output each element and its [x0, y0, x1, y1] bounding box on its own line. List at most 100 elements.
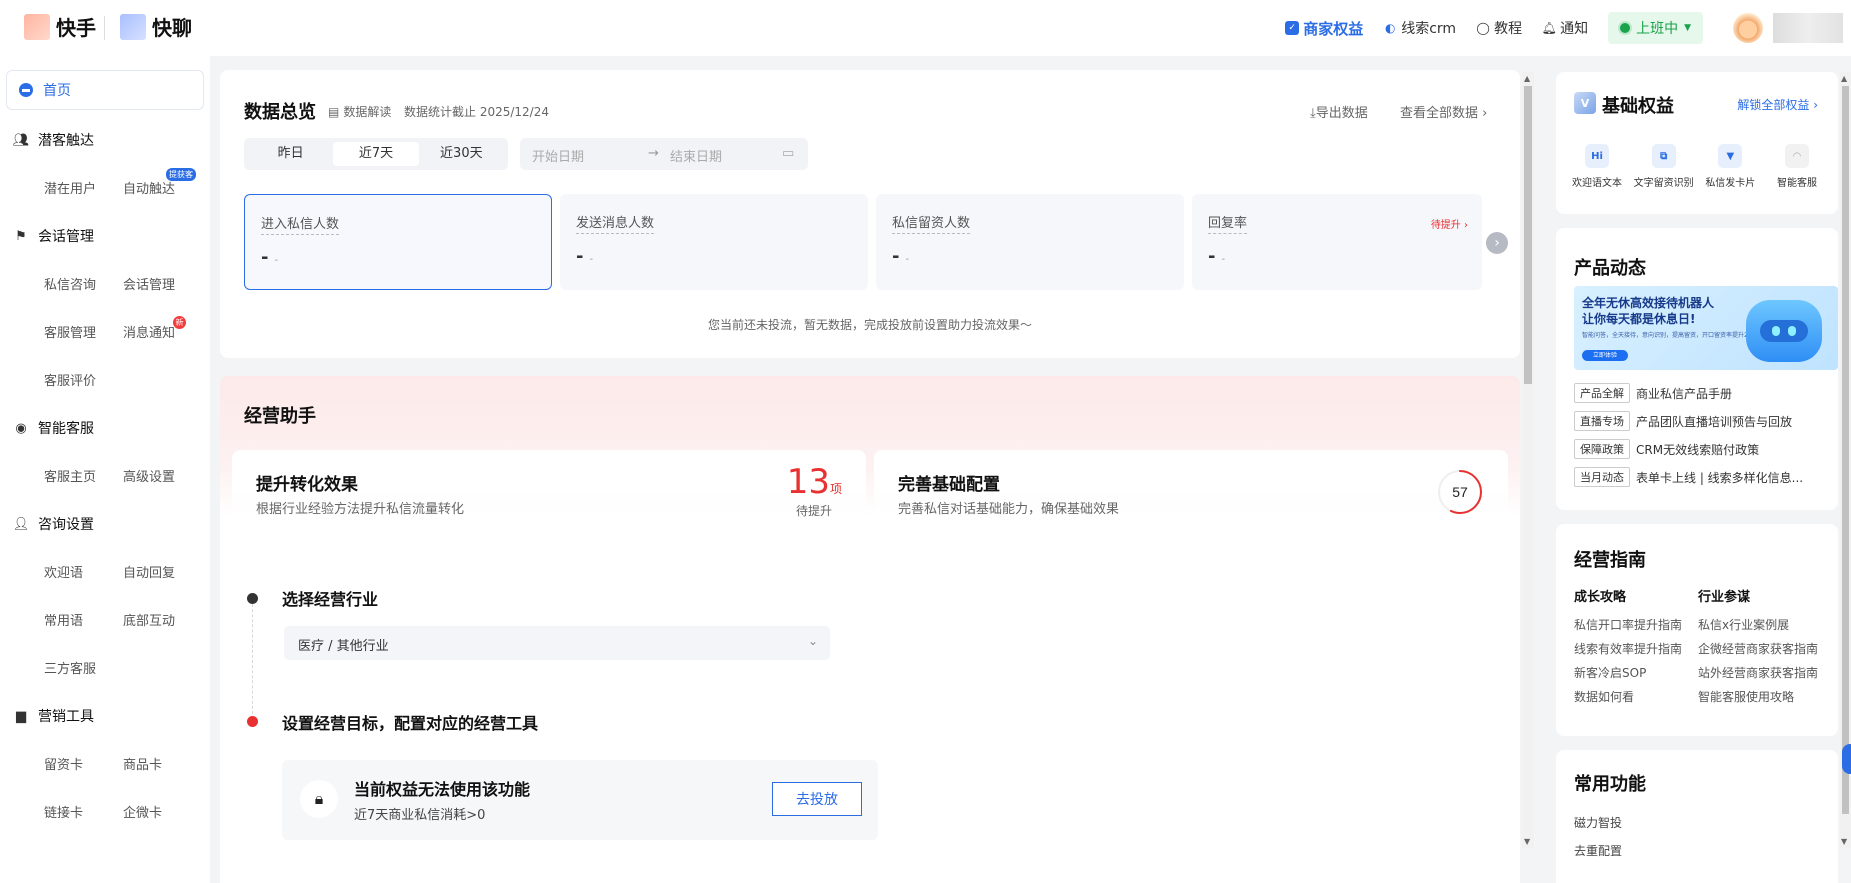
floating-help-button[interactable]: [1842, 744, 1851, 774]
guide-link[interactable]: 站外经营商家获客指南: [1698, 661, 1818, 685]
sidebar-group-consult[interactable]: 👤︎ 咨询设置: [13, 514, 94, 534]
export-data-button[interactable]: ⤓导出数据: [1310, 102, 1368, 121]
sidebar-item-auto-reach[interactable]: 自动触达: [123, 178, 175, 197]
merchant-rights-link[interactable]: ✓ 商家权益: [1285, 18, 1363, 39]
sidebar-item-third-cs[interactable]: 三方客服: [44, 658, 96, 677]
sidebar-item-potential-user[interactable]: 潜在用户: [44, 178, 96, 197]
sidebar-item-link-card[interactable]: 链接卡: [44, 802, 83, 821]
notice-link[interactable]: 🔔︎ 通知: [1541, 18, 1589, 38]
sidebar-group-marketing[interactable]: ▆ 营销工具: [14, 706, 94, 726]
date-range-tabs: 昨日 近7天 近30天: [244, 138, 508, 170]
sidebar-item-product-card[interactable]: 商品卡: [123, 754, 162, 773]
stat-value-main: -: [892, 246, 900, 267]
guide-title: 经营指南: [1574, 550, 1646, 571]
user-name-blurred[interactable]: [1773, 13, 1843, 43]
work-status-label: 上班中: [1636, 21, 1679, 37]
stat-card-send-msg[interactable]: 发送消息人数 --: [560, 194, 868, 290]
list-item[interactable]: 保障政策 CRM无效线索赔付政策: [1574, 438, 1836, 460]
guide-link[interactable]: 线索有效率提升指南: [1574, 637, 1682, 661]
common-functions-card: 常用功能 磁力智投 去重配置: [1556, 750, 1838, 883]
guide-link[interactable]: 智能客服使用攻略: [1698, 685, 1818, 709]
news-tag: 保障政策: [1574, 439, 1630, 459]
industry-select[interactable]: 医疗 / 其他行业 ⌄: [284, 626, 830, 660]
guide-col-title: 行业参谋: [1698, 590, 1751, 605]
tab-30days[interactable]: 近30天: [419, 142, 504, 166]
sidebar-group-session[interactable]: ⚑ 会话管理: [14, 226, 94, 246]
hi-icon: Hi: [1585, 144, 1609, 168]
sidebar-item-msg-notice[interactable]: 消息通知: [123, 322, 175, 341]
notice-label: 通知: [1560, 21, 1589, 37]
sidebar-item-cs-manage[interactable]: 客服管理: [44, 322, 96, 341]
right-dm-card[interactable]: ▼ 私信发卡片: [1699, 144, 1761, 189]
sidebar-item-welcome[interactable]: 欢迎语: [44, 562, 83, 581]
tab-yesterday[interactable]: 昨日: [248, 142, 333, 166]
list-item[interactable]: 当月动态 表单卡上线 | 线索多样化信息...: [1574, 466, 1836, 488]
view-all-label: 查看全部数据: [1400, 106, 1479, 121]
guide-link[interactable]: 私信x行业案例展: [1698, 613, 1818, 637]
unlock-all-rights-link[interactable]: 解锁全部权益 ›: [1737, 96, 1818, 113]
news-text: 产品团队直播培训预告与回放: [1636, 414, 1793, 429]
go-advertise-button[interactable]: 去投放: [772, 782, 862, 816]
end-date-input[interactable]: 结束日期: [670, 146, 722, 165]
common-item-magnetic[interactable]: 磁力智投: [1574, 814, 1622, 831]
start-date-input[interactable]: 开始日期: [532, 146, 584, 165]
stat-value-main: -: [261, 247, 269, 268]
list-item[interactable]: 产品全解 商业私信产品手册: [1574, 382, 1836, 404]
data-interpret-link[interactable]: ▤ 数据解读: [328, 103, 391, 120]
right-scrollbar[interactable]: ▲ ▼: [1840, 72, 1851, 848]
stat-label: 回复率: [1208, 212, 1248, 234]
banner-try-button[interactable]: 立即体验: [1582, 350, 1628, 361]
sidebar-item-wecom-card[interactable]: 企微卡: [123, 802, 162, 821]
scroll-up-icon[interactable]: ▲: [1841, 74, 1847, 83]
kuaishou-logo[interactable]: 快手: [24, 12, 96, 41]
scroll-down-icon[interactable]: ▼: [1841, 837, 1847, 846]
sidebar-item-private-consult[interactable]: 私信咨询: [44, 274, 96, 293]
stat-card-leads[interactable]: 私信留资人数 --: [876, 194, 1184, 290]
avatar[interactable]: [1733, 13, 1763, 43]
date-range-picker[interactable]: 开始日期 → 结束日期 ▭: [520, 138, 808, 170]
right-text-lead-recog[interactable]: ⧉ 文字留资识别: [1633, 144, 1695, 189]
sidebar-group-potential[interactable]: 👥︎ 潜客触达: [13, 130, 94, 150]
to-improve-link[interactable]: 待提升 ›: [1431, 216, 1468, 231]
sidebar-home-label: 首页: [43, 83, 71, 99]
list-item[interactable]: 直播专场 产品团队直播培训预告与回放: [1574, 410, 1836, 432]
sidebar-item-home[interactable]: 首页: [6, 70, 204, 110]
guide-industry-column: 行业参谋 私信x行业案例展 企微经营商家获客指南 站外经营商家获客指南 智能客服…: [1698, 586, 1818, 709]
work-status-dropdown[interactable]: 上班中 ▼: [1608, 12, 1703, 44]
sidebar-item-auto-reply[interactable]: 自动回复: [123, 562, 175, 581]
basic-config-card[interactable]: 完善基础配置 完善私信对话基础能力，确保基础效果 57: [874, 450, 1508, 526]
guide-link[interactable]: 私信开口率提升指南: [1574, 613, 1682, 637]
tab-7days[interactable]: 近7天: [333, 142, 419, 166]
sidebar-item-phrases[interactable]: 常用语: [44, 610, 83, 629]
improve-conversion-card[interactable]: 提升转化效果 根据行业经验方法提升私信流量转化 13项 待提升: [232, 450, 866, 526]
guide-link[interactable]: 数据如何看: [1574, 685, 1682, 709]
right-scrollbar-thumb[interactable]: [1842, 86, 1849, 814]
guide-link[interactable]: 新客冷启SOP: [1574, 661, 1682, 685]
view-all-data-link[interactable]: 查看全部数据 ›: [1400, 102, 1487, 121]
sidebar-item-lead-card[interactable]: 留资卡: [44, 754, 83, 773]
stat-card-enter-dm[interactable]: 进入私信人数 --: [244, 194, 552, 290]
stat-value-sub: -: [905, 254, 910, 265]
kuailiao-logo[interactable]: 快聊: [120, 12, 192, 41]
tutorial-link[interactable]: ◯ 教程: [1476, 18, 1522, 38]
main-scrollbar-thumb[interactable]: [1524, 86, 1532, 384]
scroll-up-icon[interactable]: ▲: [1524, 74, 1530, 83]
right-welcome-text[interactable]: Hi 欢迎语文本: [1566, 144, 1628, 189]
guide-link[interactable]: 企微经营商家获客指南: [1698, 637, 1818, 661]
right-ai-cs[interactable]: ◠ 智能客服: [1766, 144, 1828, 189]
stat-value-sub: -: [1221, 254, 1226, 265]
stat-card-reply-rate[interactable]: 回复率 待提升 › --: [1192, 194, 1482, 290]
sidebar-item-cs-home[interactable]: 客服主页: [44, 466, 96, 485]
sidebar-item-cs-eval[interactable]: 客服评价: [44, 370, 96, 389]
robot-promo-banner[interactable]: 全年无休高效接待机器人 让你每天都是休息日! 智能问答，全天接待，意向识别，提高…: [1574, 286, 1838, 370]
sidebar-item-advanced[interactable]: 高级设置: [123, 466, 175, 485]
scroll-down-icon[interactable]: ▼: [1524, 837, 1530, 846]
common-item-dedupe[interactable]: 去重配置: [1574, 842, 1622, 859]
main-scrollbar[interactable]: ▲ ▼: [1522, 72, 1534, 848]
sidebar-item-bottom-interact[interactable]: 底部互动: [123, 610, 175, 629]
stats-next-button[interactable]: ›: [1486, 232, 1508, 254]
sidebar-item-session-manage[interactable]: 会话管理: [123, 274, 175, 293]
crm-link[interactable]: ◐ 线索crm: [1383, 18, 1456, 38]
sidebar-group-ai[interactable]: ◉ 智能客服: [14, 418, 94, 438]
improve-count-unit: 项: [829, 482, 842, 496]
